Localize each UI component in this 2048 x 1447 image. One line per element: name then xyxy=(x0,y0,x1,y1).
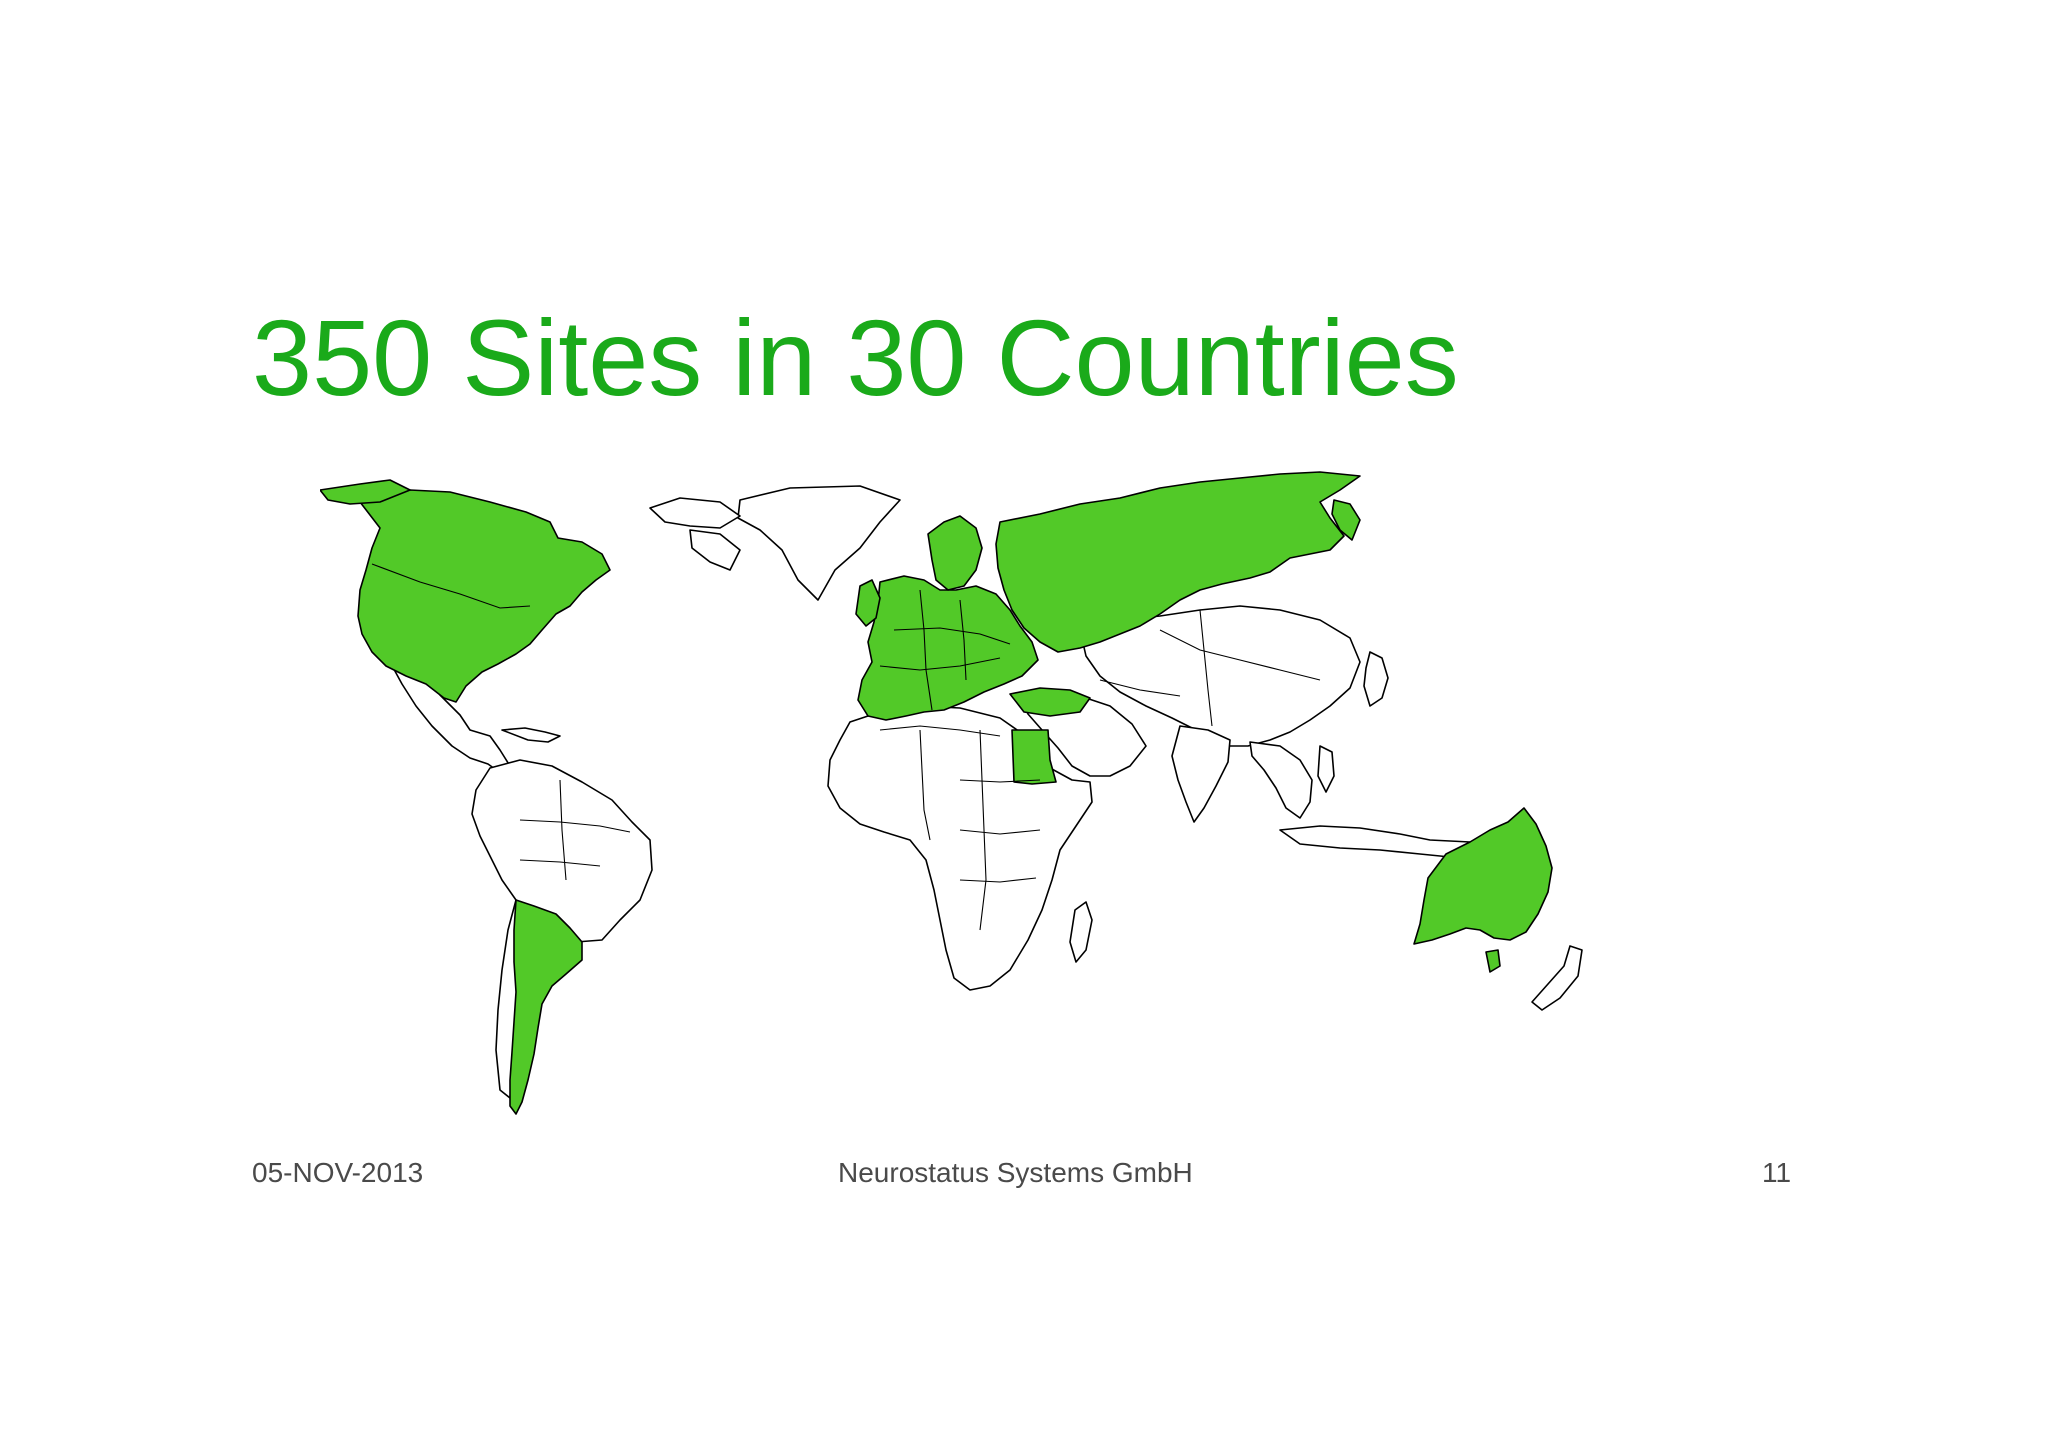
turkey xyxy=(1009,687,1091,717)
scandinavia xyxy=(927,515,983,591)
slide: 350 Sites in 30 Countries 05-NOV-2013 Ne… xyxy=(0,0,2048,1447)
africa xyxy=(827,705,1093,991)
madagascar xyxy=(1069,901,1093,963)
arctic-islands xyxy=(649,497,741,529)
south-america-north xyxy=(471,759,653,943)
australia xyxy=(1413,807,1553,945)
tasmania xyxy=(1485,949,1501,973)
world-map xyxy=(320,430,1760,1150)
greenland xyxy=(737,485,901,601)
southeast-asia xyxy=(1249,741,1313,819)
north-america-highlight xyxy=(357,489,611,703)
baffin-island xyxy=(689,529,741,571)
slide-title: 350 Sites in 30 Countries xyxy=(252,297,1459,418)
footer-date: 05-NOV-2013 xyxy=(252,1157,424,1188)
footer-page-number: 11 xyxy=(1762,1157,1792,1188)
footer-company: Neurostatus Systems GmbH xyxy=(838,1157,1193,1188)
japan xyxy=(1363,651,1389,707)
argentina xyxy=(509,899,583,1115)
india xyxy=(1171,725,1231,823)
new-zealand xyxy=(1531,945,1583,1011)
caribbean xyxy=(501,727,561,743)
philippines xyxy=(1317,745,1335,793)
